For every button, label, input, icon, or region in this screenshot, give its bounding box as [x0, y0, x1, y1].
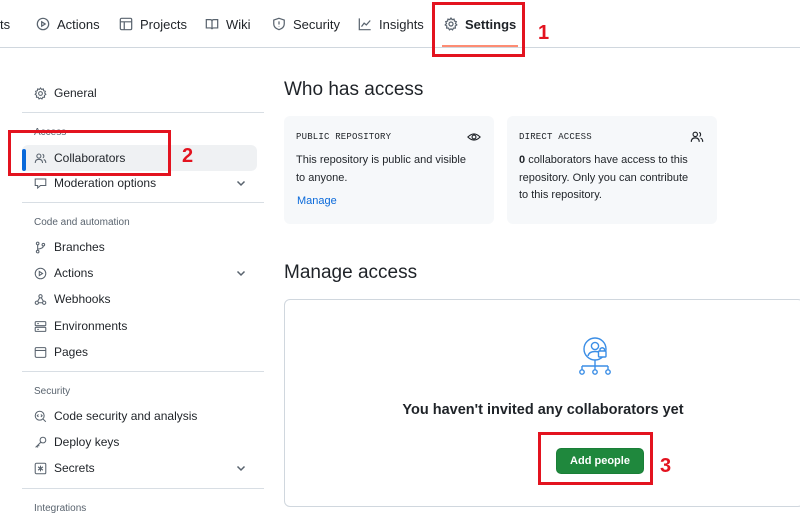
sidebar-item-code-security[interactable]: Code security and analysis	[22, 403, 257, 429]
sidebar-item-label: Environments	[54, 319, 128, 333]
card-line: This repository is public and visible	[296, 154, 466, 166]
people-icon	[690, 131, 704, 142]
tab-label: ts	[0, 16, 11, 32]
play-icon	[36, 17, 50, 31]
tab-label: Projects	[140, 16, 187, 32]
sidebar-item-webhooks[interactable]: Webhooks	[22, 286, 257, 312]
eye-icon	[467, 133, 481, 141]
annotation-box-collaborators	[8, 130, 171, 176]
sidebar-divider	[22, 371, 264, 372]
sidebar-item-actions[interactable]: Actions	[22, 260, 257, 286]
play-icon	[34, 267, 47, 279]
chevron-down-icon[interactable]	[235, 462, 247, 474]
card-line: to anyone.	[296, 171, 348, 184]
card-label: DIRECT ACCESS	[519, 132, 592, 142]
direct-access-card: DIRECT ACCESS 0 collaborators have acces…	[507, 116, 717, 224]
sidebar-divider	[22, 488, 264, 489]
tab-wiki[interactable]: Wiki	[205, 0, 251, 48]
sidebar-item-label: Secrets	[54, 461, 95, 475]
webhook-icon	[34, 293, 47, 305]
sidebar-item-general[interactable]: General	[22, 80, 257, 106]
sidebar-item-label: General	[54, 86, 97, 100]
graph-icon	[358, 18, 371, 31]
card-line: 0 collaborators have access to this	[519, 152, 688, 170]
sidebar-item-label: Moderation options	[54, 176, 157, 190]
card-line-text: collaborators have access to this	[528, 154, 688, 166]
gear-icon	[34, 86, 47, 100]
server-icon	[34, 320, 47, 332]
sidebar-item-pages[interactable]: Pages	[22, 339, 257, 365]
branch-icon	[35, 241, 46, 253]
card-line: to this repository.	[519, 189, 602, 201]
asterisk-icon	[34, 462, 47, 474]
tab-security[interactable]: Security	[272, 0, 340, 48]
annotation-number-1: 1	[538, 22, 550, 44]
table-icon	[119, 17, 133, 31]
browser-icon	[34, 346, 47, 358]
sidebar-item-secrets[interactable]: Secrets	[22, 455, 257, 481]
collaborators-lock-icon	[579, 337, 611, 375]
sidebar-item-label: Code security and analysis	[54, 409, 198, 423]
sidebar-item-environments[interactable]: Environments	[22, 313, 257, 339]
tab-insights[interactable]: Insights	[358, 0, 424, 48]
sidebar-item-label: Actions	[54, 266, 94, 280]
tab-label: Security	[293, 16, 340, 32]
chevron-down-icon[interactable]	[235, 177, 247, 189]
sidebar-heading-code: Code and automation	[34, 217, 130, 228]
sidebar-item-deploy-keys[interactable]: Deploy keys	[22, 429, 257, 455]
tab-projects[interactable]: Projects	[119, 0, 187, 48]
annotation-number-2: 2	[182, 145, 194, 167]
shield-icon	[273, 17, 285, 31]
tab-actions[interactable]: Actions	[36, 0, 100, 48]
book-icon	[205, 19, 219, 30]
who-has-access-title: Who has access	[284, 79, 424, 100]
card-text: This repository is public and visible to…	[296, 152, 466, 187]
sidebar-item-label: Branches	[54, 240, 105, 254]
chevron-down-icon[interactable]	[235, 267, 247, 279]
public-repository-card: PUBLIC REPOSITORY This repository is pub…	[284, 116, 494, 224]
tab-insights-partial[interactable]: ts	[0, 0, 10, 48]
collaborator-count: 0	[519, 154, 526, 166]
sidebar-heading-security: Security	[34, 386, 71, 397]
annotation-number-3: 3	[660, 455, 672, 477]
comment-icon	[34, 178, 47, 189]
sidebar-item-label: Deploy keys	[54, 435, 120, 449]
card-line: repository. Only you can contribute	[519, 171, 689, 184]
key-icon	[35, 436, 47, 448]
tab-label: Actions	[57, 16, 100, 32]
annotation-box-settings	[432, 2, 525, 57]
card-text: 0 collaborators have access to this repo…	[519, 152, 688, 205]
repo-nav: ts Actions Projects Wiki Security Insigh…	[0, 0, 800, 48]
manage-access-title: Manage access	[284, 262, 418, 283]
empty-state-message: You haven't invited any collaborators ye…	[402, 402, 684, 418]
card-label: PUBLIC REPOSITORY	[296, 132, 392, 142]
sidebar-heading-integrations: Integrations	[34, 503, 87, 514]
sidebar-item-label: Webhooks	[54, 292, 111, 306]
sidebar-divider	[22, 112, 264, 113]
tab-label: Insights	[379, 16, 424, 32]
sidebar-divider	[22, 202, 264, 203]
tab-label: Wiki	[226, 16, 251, 32]
sidebar-item-label: Pages	[54, 345, 89, 359]
sidebar-item-branches[interactable]: Branches	[22, 234, 257, 260]
codescan-icon	[34, 410, 47, 422]
annotation-box-add-people	[538, 432, 653, 485]
manage-link[interactable]: Manage	[297, 195, 337, 207]
